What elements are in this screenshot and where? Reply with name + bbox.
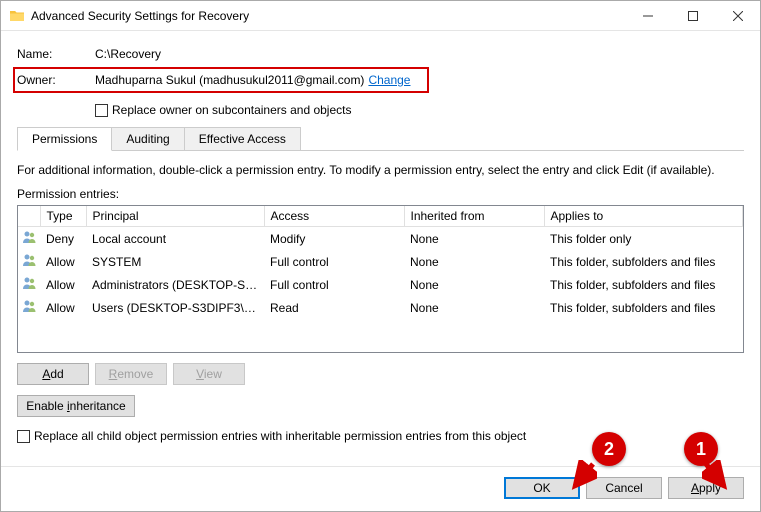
maximize-button[interactable]: [670, 1, 715, 30]
col-applies[interactable]: Applies to: [544, 206, 743, 227]
col-type[interactable]: Type: [40, 206, 86, 227]
caption-buttons: [625, 1, 760, 30]
col-icon[interactable]: [18, 206, 40, 227]
annotation-arrow-1: [702, 460, 732, 492]
enable-inheritance-row: Enable inheritance: [17, 395, 744, 417]
cancel-button[interactable]: Cancel: [586, 477, 662, 499]
table-row[interactable]: DenyLocal accountModifyNoneThis folder o…: [18, 227, 743, 251]
window-title: Advanced Security Settings for Recovery: [31, 9, 625, 23]
users-icon: [18, 296, 40, 319]
cell-inherited: None: [404, 296, 544, 319]
cell-type: Allow: [40, 296, 86, 319]
replace-owner-label: Replace owner on subcontainers and objec…: [112, 103, 351, 117]
cell-inherited: None: [404, 227, 544, 251]
users-icon: [18, 273, 40, 296]
replace-all-label: Replace all child object permission entr…: [34, 429, 526, 443]
owner-highlight-box: Owner: Madhuparna Sukul (madhusukul2011@…: [13, 67, 429, 93]
footer-buttons: OK Cancel Apply: [1, 466, 760, 511]
remove-button: Remove: [95, 363, 167, 385]
cell-applies: This folder only: [544, 227, 743, 251]
cell-access: Full control: [264, 250, 404, 273]
cell-principal: Local account: [86, 227, 264, 251]
tab-effective-access[interactable]: Effective Access: [184, 127, 301, 150]
entries-label: Permission entries:: [17, 187, 744, 201]
content-area: Name: C:\Recovery Owner: Madhuparna Suku…: [1, 31, 760, 458]
name-row: Name: C:\Recovery: [17, 47, 744, 61]
cell-access: Full control: [264, 273, 404, 296]
col-principal[interactable]: Principal: [86, 206, 264, 227]
cell-applies: This folder, subfolders and files: [544, 296, 743, 319]
table-row[interactable]: AllowSYSTEMFull controlNoneThis folder, …: [18, 250, 743, 273]
add-button[interactable]: Add: [17, 363, 89, 385]
annotation-badge-2: 2: [592, 432, 626, 466]
cell-access: Modify: [264, 227, 404, 251]
users-icon: [18, 250, 40, 273]
minimize-button[interactable]: [625, 1, 670, 30]
security-settings-window: Advanced Security Settings for Recovery …: [0, 0, 761, 512]
tab-body: For additional information, double-click…: [17, 151, 744, 443]
cell-access: Read: [264, 296, 404, 319]
tab-auditing[interactable]: Auditing: [111, 127, 184, 150]
view-button: View: [173, 363, 245, 385]
info-text: For additional information, double-click…: [17, 163, 744, 177]
cell-principal: Users (DESKTOP-S3DIPF3\Users): [86, 296, 264, 319]
cell-applies: This folder, subfolders and files: [544, 250, 743, 273]
cell-applies: This folder, subfolders and files: [544, 273, 743, 296]
users-icon: [18, 227, 40, 251]
name-label: Name:: [17, 47, 95, 61]
folder-icon: [9, 8, 25, 24]
name-value: C:\Recovery: [95, 47, 161, 61]
col-inherited[interactable]: Inherited from: [404, 206, 544, 227]
change-owner-link[interactable]: Change: [368, 73, 410, 87]
table-row[interactable]: AllowAdministrators (DESKTOP-S3D...Full …: [18, 273, 743, 296]
replace-all-checkbox[interactable]: [17, 430, 30, 443]
tab-bar: Permissions Auditing Effective Access: [17, 127, 744, 151]
enable-inheritance-button[interactable]: Enable inheritance: [17, 395, 135, 417]
permission-table[interactable]: Type Principal Access Inherited from App…: [17, 205, 744, 353]
cell-inherited: None: [404, 250, 544, 273]
cell-type: Allow: [40, 250, 86, 273]
titlebar: Advanced Security Settings for Recovery: [1, 1, 760, 31]
replace-owner-checkbox[interactable]: [95, 104, 108, 117]
cell-principal: SYSTEM: [86, 250, 264, 273]
table-row[interactable]: AllowUsers (DESKTOP-S3DIPF3\Users)ReadNo…: [18, 296, 743, 319]
tab-permissions[interactable]: Permissions: [17, 127, 112, 151]
owner-value: Madhuparna Sukul (madhusukul2011@gmail.c…: [95, 73, 364, 87]
replace-owner-row: Replace owner on subcontainers and objec…: [95, 103, 744, 117]
col-access[interactable]: Access: [264, 206, 404, 227]
entry-buttons: Add Remove View: [17, 363, 744, 385]
owner-label: Owner:: [17, 73, 95, 87]
annotation-arrow-2: [567, 460, 597, 492]
cell-principal: Administrators (DESKTOP-S3D...: [86, 273, 264, 296]
cell-inherited: None: [404, 273, 544, 296]
cell-type: Deny: [40, 227, 86, 251]
close-button[interactable]: [715, 1, 760, 30]
replace-all-row: Replace all child object permission entr…: [17, 429, 744, 443]
cell-type: Allow: [40, 273, 86, 296]
